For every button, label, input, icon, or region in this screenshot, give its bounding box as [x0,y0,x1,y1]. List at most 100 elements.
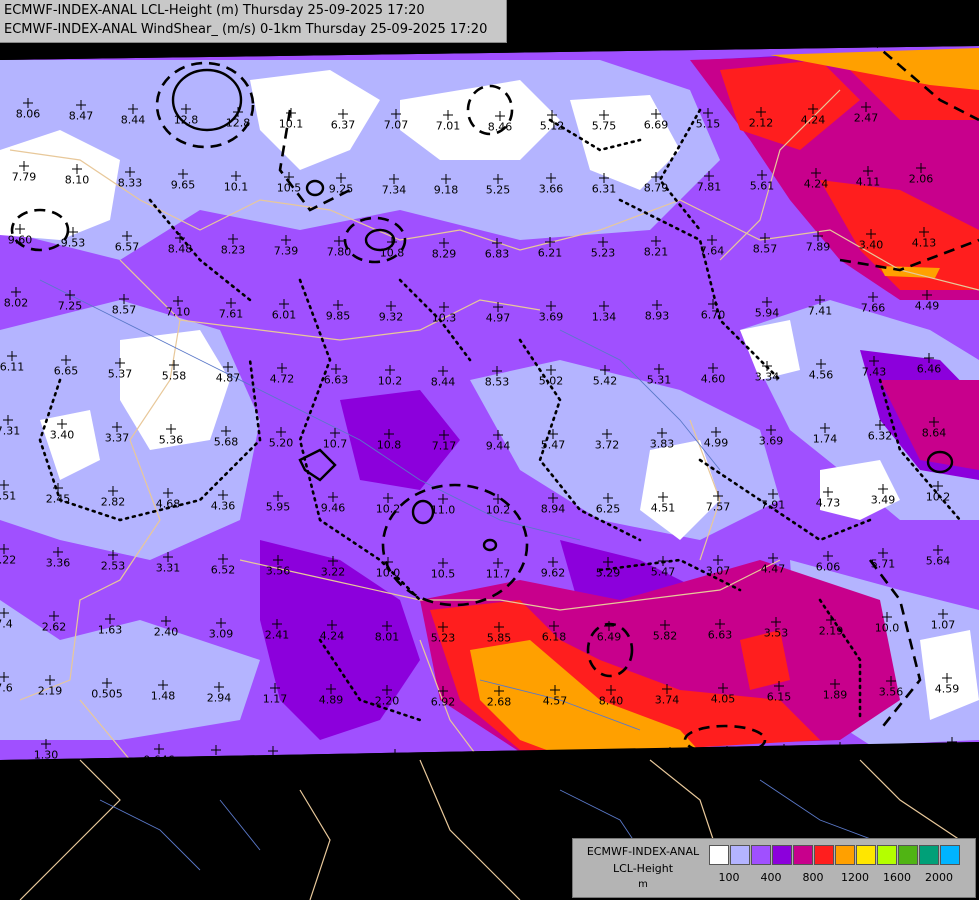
windshear-value-label: 7.43 [861,365,887,379]
legend-tick-label: 1200 [841,871,869,884]
legend-swatch [772,845,792,865]
windshear-value-label: 2.12 [748,116,774,130]
windshear-value-label: 2.19 [37,684,63,698]
windshear-value-label: 2.62 [41,620,67,634]
windshear-value-label: 2.68 [486,695,512,709]
windshear-value-label: 5.12 [539,119,565,133]
windshear-value-label: 0.505 [91,687,123,701]
windshear-value-label: 4.59 [934,682,960,696]
color-legend: ECMWF-INDEX-ANAL LCL-Height m 100 400 800 1… [572,838,976,898]
legend-model-name: ECMWF-INDEX-ANAL [586,845,700,858]
windshear-value-label: 6.52 [210,563,236,577]
windshear-value-label: 5.95 [265,500,291,514]
windshear-value-label: 2.47 [853,111,879,125]
windshear-value-label: 3.69 [538,310,564,324]
windshear-value-label: 5.23 [590,246,616,260]
windshear-value-label: 1.07 [930,618,956,632]
windshear-value-label: 9.46 [320,501,346,515]
windshear-value-label: 3.31 [155,561,181,575]
legend-swatch [856,845,876,865]
windshear-value-label: 7.01 [435,119,461,133]
windshear-value-label: 3.56 [265,564,291,578]
windshear-value-label: 7.10 [165,305,191,319]
windshear-value-label: 9.85 [325,309,351,323]
windshear-value-label: 7.07 [383,118,409,132]
windshear-value-label: 3.74 [654,693,680,707]
windshear-value-label: 7.25 [57,299,83,313]
windshear-value-label: 6.46 [916,362,942,376]
windshear-value-label: 5.47 [540,438,566,452]
windshear-value-label: 8.64 [921,426,947,440]
legend-swatch [814,845,834,865]
windshear-value-label: 4.11 [855,175,881,189]
windshear-value-label: 2.94 [206,691,232,705]
windshear-value-label: 7.61 [218,307,244,321]
windshear-value-label: 5.22 [0,553,17,567]
windshear-value-label: 12.8 [173,113,199,127]
legend-tick-label: 400 [760,871,782,884]
windshear-value-label: 6.06 [815,560,841,574]
windshear-value-label: 6.69 [643,118,669,132]
windshear-value-label: 2.53 [100,559,126,573]
legend-swatch [751,845,771,865]
windshear-value-label: 8.44 [120,113,146,127]
windshear-value-label: 5.23 [430,631,456,645]
windshear-value-label: 5.15 [695,117,721,131]
windshear-value-label: 8.94 [540,502,566,516]
windshear-value-label: 9.44 [485,439,511,453]
windshear-value-label: 1.89 [822,688,848,702]
windshear-value-label: 8.02 [3,296,29,310]
windshear-value-label: 7.57 [705,500,731,514]
legend-unit: m [638,879,648,890]
windshear-value-label: 2.45 [45,492,71,506]
legend-tick-label: 800 [802,871,824,884]
windshear-value-label: 3.22 [320,565,346,579]
windshear-value-label: 10.5 [430,567,456,581]
windshear-value-label: 5.29 [595,566,621,580]
windshear-value-label: 5.64 [925,554,951,568]
windshear-value-label: 0.646 [143,753,175,767]
windshear-value-label: 5.36 [158,433,184,447]
windshear-value-label: 10.2 [925,490,951,504]
windshear-value-label: 7.6 [0,681,13,695]
windshear-value-label: 5.71 [870,557,896,571]
windshear-value-label: 5.31 [646,373,672,387]
windshear-value-label: 5.85 [486,631,512,645]
windshear-value-label: 5.61 [749,179,775,193]
windshear-value-label: 7.19 [657,756,683,770]
windshear-value-label: 5.02 [538,374,564,388]
windshear-value-label: 4.13 [911,236,937,250]
windshear-value-label: 5.20 [268,436,294,450]
windshear-value-label: 3.66 [538,182,564,196]
windshear-value-label: 3.69 [758,434,784,448]
windshear-value-label: 6.70 [700,308,726,322]
windshear-value-label: 7.31 [0,424,21,438]
lcl-height-title: ECMWF-INDEX-ANAL LCL-Height (m) Thursday… [4,3,425,18]
windshear-value-label: 3.36 [45,556,71,570]
windshear-value-label: 10.1 [278,117,304,131]
windshear-value-label: 5.82 [652,629,678,643]
windshear-value-label: 6.63 [707,628,733,642]
windshear-value-label: 4.87 [215,371,241,385]
windshear-value-label: 5.58 [161,369,187,383]
legend-tick-label: 100 [718,871,740,884]
windshear-value-label: 3.72 [594,438,620,452]
windshear-value-label: 10.2 [377,374,403,388]
windshear-value-label: 7.4 [0,617,13,631]
windshear-value-label: 3.09 [208,627,234,641]
windshear-value-label: 2.82 [100,495,126,509]
windshear-value-label: 6.11 [0,360,25,374]
windshear-value-label: 8.10 [64,173,90,187]
windshear-value-label: 4.56 [808,368,834,382]
windshear-value-label: 8.47 [68,109,94,123]
windshear-value-label: 1.63 [97,623,123,637]
windshear-value-label: 4.73 [203,754,229,768]
legend-swatch [919,845,939,865]
windshear-value-label: 6.65 [53,364,79,378]
windshear-value-label: 2.06 [908,172,934,186]
windshear-value-label: 8.40 [598,694,624,708]
windshear-value-label: 3.49 [870,493,896,507]
windshear-value-label: 2.19 [818,624,844,638]
windshear-value-label: 11.7 [485,567,511,581]
windshear-value-label: 6.83 [484,247,510,261]
